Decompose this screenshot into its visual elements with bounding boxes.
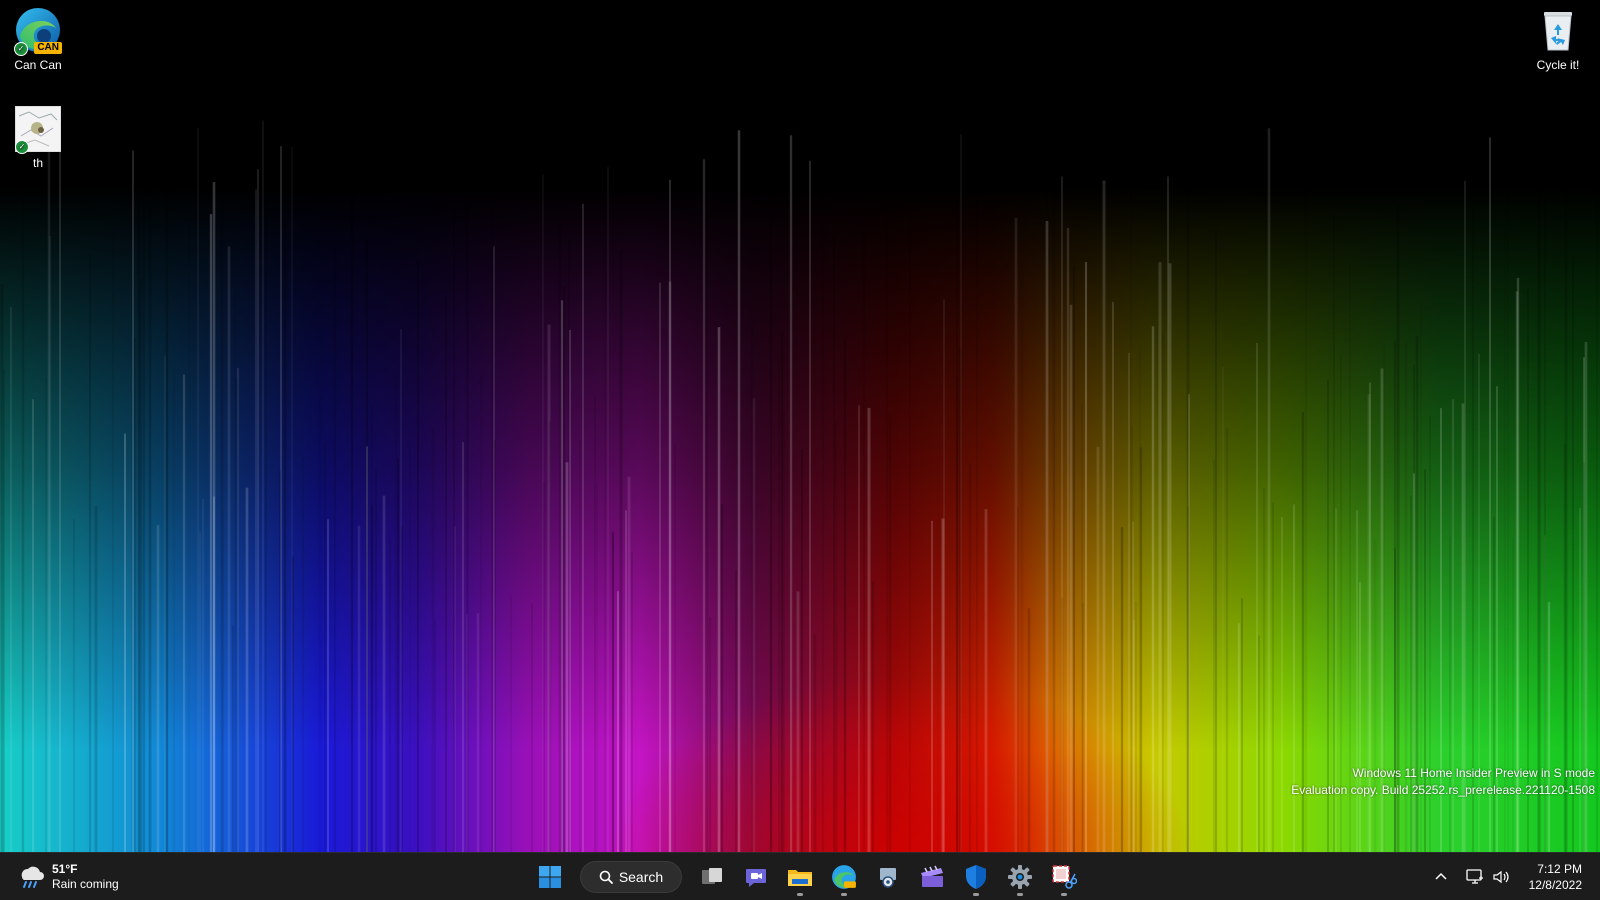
desktop-icon-label: th [32, 156, 43, 170]
show-hidden-icons-button[interactable] [1429, 865, 1453, 889]
running-indicator [973, 893, 979, 896]
teams-chat-icon [746, 869, 766, 887]
app-button[interactable] [868, 857, 908, 897]
taskbar: 51°F Rain coming Search 7:12 PM 12/8/202… [0, 852, 1600, 900]
edge-canary-button[interactable] [824, 857, 864, 897]
can-badge: CAN [34, 42, 62, 54]
weather-widget[interactable]: 51°F Rain coming [16, 859, 119, 895]
desktop-icon-th[interactable]: ✓ th [0, 105, 76, 170]
desktop-icon-label: Can Can [14, 58, 62, 72]
search-icon [599, 870, 613, 884]
edge-canary-icon: ✓ CAN [14, 6, 62, 56]
image-thumbnail-icon: ✓ [14, 105, 62, 154]
desktop[interactable]: ✓ CAN Can Can ✓ th Cycle it! Windows 11 … [0, 0, 1600, 852]
app-gear-icon [880, 868, 896, 888]
clock-button[interactable]: 7:12 PM 12/8/2022 [1529, 861, 1582, 893]
sync-check-icon: ✓ [15, 140, 29, 154]
windows-evaluation-watermark: Windows 11 Home Insider Preview in S mod… [1291, 765, 1595, 799]
wallpaper-stripes [0, 120, 1599, 852]
running-indicator [1061, 893, 1067, 896]
start-button[interactable] [530, 857, 570, 897]
defender-button[interactable] [956, 857, 996, 897]
network-button[interactable] [1463, 865, 1487, 889]
clock-time: 7:12 PM [1537, 861, 1582, 876]
chevron-up-icon [1435, 872, 1447, 880]
search-button[interactable]: Search [580, 861, 682, 893]
speaker-icon [1493, 870, 1509, 883]
running-indicator [797, 893, 803, 896]
running-indicator [1017, 893, 1023, 896]
folder-icon [788, 870, 812, 886]
weather-temperature: 51°F [52, 862, 78, 876]
watermark-line-2: Evaluation copy. Build 25252.rs_prerelea… [1291, 783, 1595, 797]
snipping-icon [1052, 865, 1077, 889]
taskbar-center-apps: Search [530, 857, 1084, 897]
desktop-icon-label: Cycle it! [1536, 58, 1580, 72]
windows-logo-icon [539, 866, 561, 888]
settings-button[interactable] [1000, 857, 1040, 897]
desktop-icon-recycle-bin[interactable]: Cycle it! [1520, 6, 1596, 72]
gear-icon [1008, 865, 1032, 889]
watermark-line-1: Windows 11 Home Insider Preview in S mod… [1352, 766, 1595, 780]
system-tray: 7:12 PM 12/8/2022 [1429, 853, 1600, 900]
running-indicator [841, 893, 847, 896]
desktop-icon-can-can[interactable]: ✓ CAN Can Can [0, 6, 76, 72]
clock-date: 12/8/2022 [1528, 877, 1582, 892]
shield-icon [966, 865, 986, 889]
clipchamp-button[interactable] [912, 857, 952, 897]
task-view-button[interactable] [692, 857, 732, 897]
chat-button[interactable] [736, 857, 776, 897]
search-label: Search [618, 869, 664, 885]
weather-condition: Rain coming [52, 877, 119, 891]
edge-canary-icon [832, 865, 856, 889]
task-view-icon [702, 868, 722, 884]
snipping-tool-button[interactable] [1044, 857, 1084, 897]
recycle-bin-icon [1534, 6, 1582, 54]
rain-cloud-icon [16, 861, 44, 894]
sync-check-icon: ✓ [14, 42, 28, 56]
network-icon [1465, 868, 1483, 884]
clipchamp-icon [921, 865, 943, 887]
volume-button[interactable] [1489, 865, 1513, 889]
file-explorer-button[interactable] [780, 857, 820, 897]
